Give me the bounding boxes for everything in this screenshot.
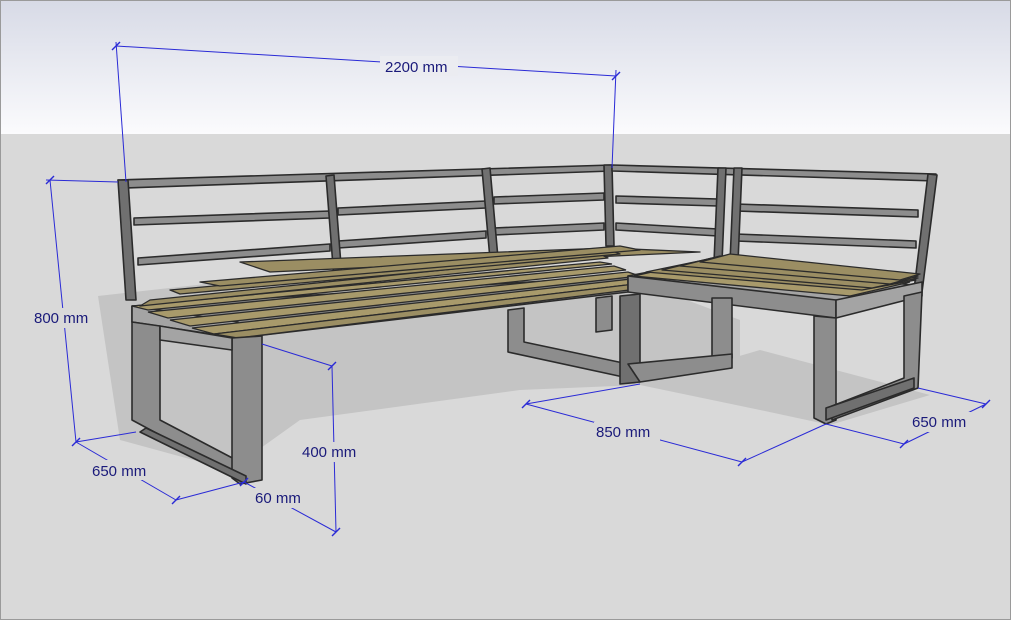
drawing-canvas: 2200 mm 800 mm 650 mm 60 mm 400 mm 850 m… bbox=[0, 0, 1011, 620]
label-overall-length: 2200 mm bbox=[385, 59, 448, 76]
sky-background bbox=[0, 0, 1011, 134]
label-frame-profile: 60 mm bbox=[255, 490, 301, 507]
label-seat-height: 400 mm bbox=[302, 444, 356, 461]
label-height: 800 mm bbox=[34, 310, 88, 327]
label-depth-right: 650 mm bbox=[912, 414, 966, 431]
label-depth-left: 650 mm bbox=[92, 463, 146, 480]
label-return-length: 850 mm bbox=[596, 424, 650, 441]
bench-drawing: 2200 mm 800 mm 650 mm 60 mm 400 mm 850 m… bbox=[0, 0, 1011, 620]
